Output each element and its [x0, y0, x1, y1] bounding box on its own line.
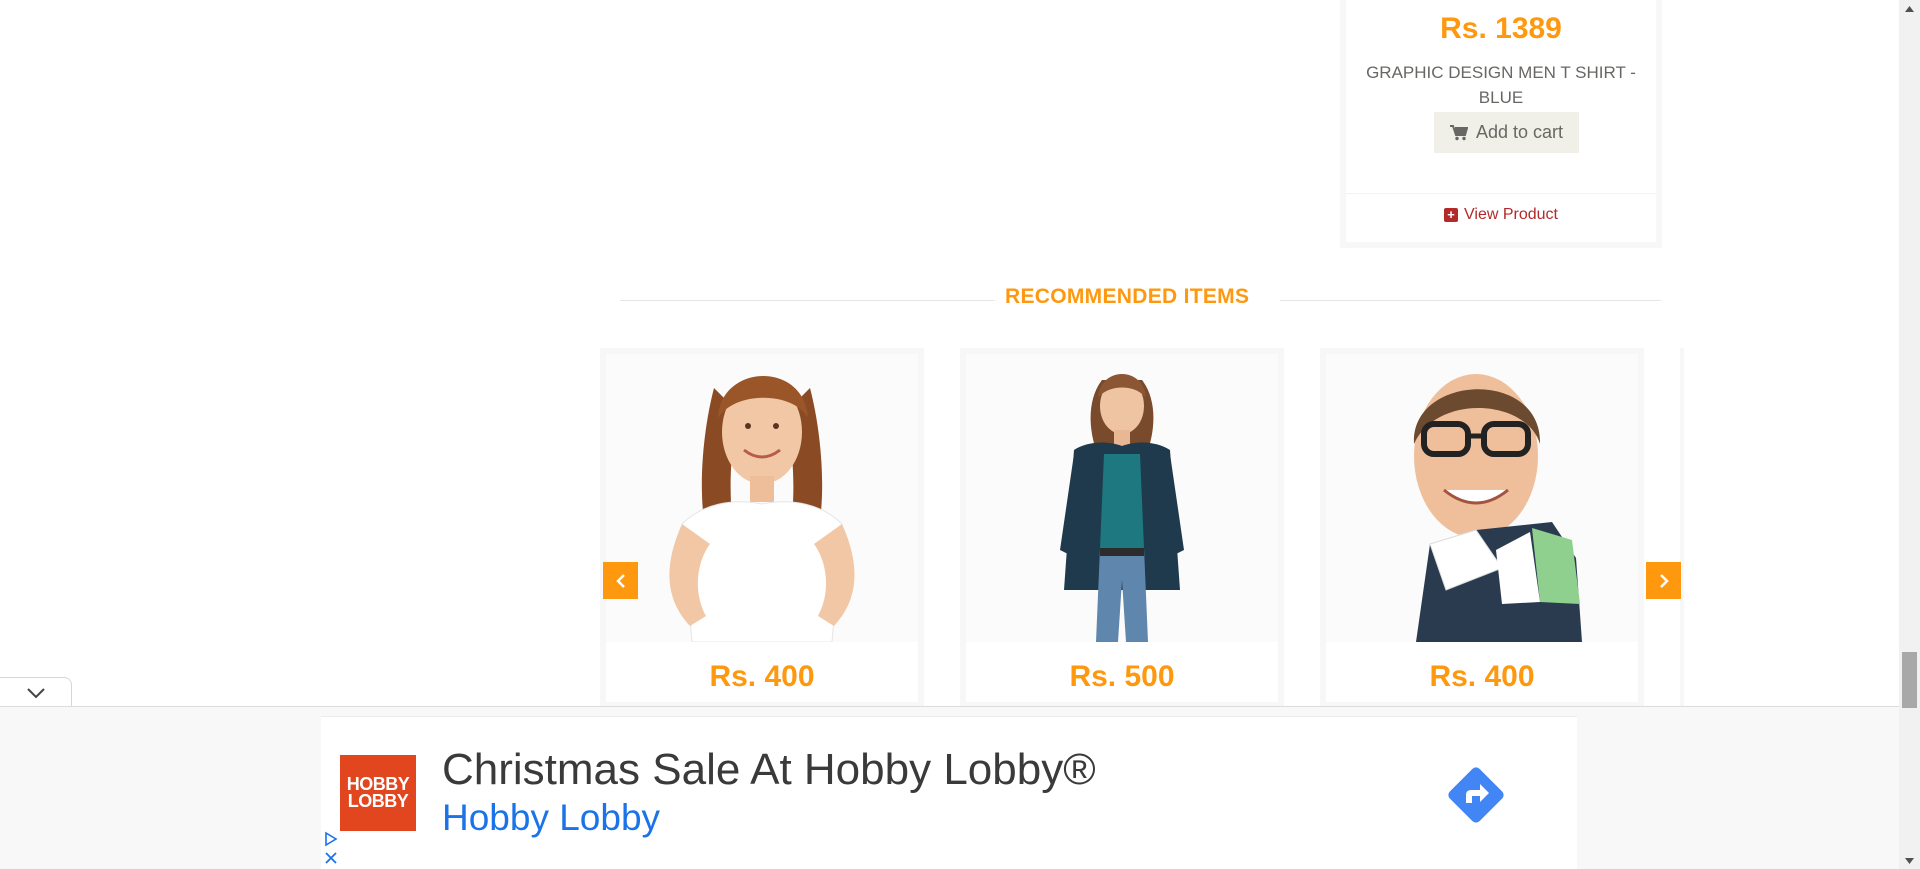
triangle-up-icon: [1905, 5, 1914, 12]
chevron-left-icon: [615, 573, 625, 588]
page: Rs. 1389 GRAPHIC DESIGN MEN T SHIRT - BL…: [0, 0, 1920, 869]
featured-product-name: GRAPHIC DESIGN MEN T SHIRT - BLUE: [1366, 63, 1636, 107]
recommended-item-card[interactable]: Rs. 500: [960, 348, 1284, 708]
featured-product-info: Rs. 1389 GRAPHIC DESIGN MEN T SHIRT - BL…: [1346, 0, 1656, 176]
page-scrollbar[interactable]: [1899, 0, 1920, 869]
product-image-woman-teal-top-jeans[interactable]: [966, 354, 1278, 642]
featured-product-card: Rs. 1389 GRAPHIC DESIGN MEN T SHIRT - BL…: [1340, 0, 1662, 248]
add-to-cart-button[interactable]: Add to cart: [1434, 112, 1579, 153]
recommended-item-price: Rs. 500: [1069, 660, 1175, 693]
recommended-item-card[interactable]: Rs. 400: [600, 348, 924, 708]
chevron-down-icon: [26, 687, 45, 698]
recommended-item-price: Rs. 400: [1429, 660, 1535, 693]
scrollbar-thumb[interactable]: [1902, 652, 1917, 708]
recommended-item-card[interactable]: Rs. 400: [1320, 348, 1644, 708]
ad-close-icon[interactable]: [323, 850, 339, 866]
add-to-cart-label: Add to cart: [1475, 122, 1564, 142]
view-product-label: View Product: [1464, 206, 1558, 223]
carousel-prev-button[interactable]: [603, 562, 638, 599]
ad-advertiser-link[interactable]: Hobby Lobby: [442, 797, 660, 839]
scroll-down-button[interactable]: [1899, 852, 1920, 869]
logo-line-2: LOBBY: [347, 791, 409, 811]
carousel-next-button[interactable]: [1646, 562, 1681, 599]
ad-collapse-button[interactable]: [0, 677, 72, 707]
featured-divider: [1346, 193, 1656, 194]
recommended-item-card-partial: [1680, 348, 1690, 708]
triangle-down-icon: [1905, 857, 1914, 864]
scroll-up-button[interactable]: [1899, 0, 1920, 17]
recommended-item-price: Rs. 400: [709, 660, 815, 693]
featured-product-price: Rs. 1389: [1440, 12, 1562, 45]
directions-arrow-icon: [1448, 767, 1504, 823]
ad-banner[interactable]: HOBBY LOBBY Christmas Sale At Hobby Lobb…: [321, 716, 1577, 869]
recommended-items-title: RECOMMENDED ITEMS: [1005, 285, 1250, 308]
section-divider-right: [1280, 300, 1661, 301]
ad-choices-icon[interactable]: [323, 831, 339, 847]
plus-square-icon: +: [1444, 208, 1458, 222]
hobby-lobby-logo: HOBBY LOBBY: [340, 755, 416, 831]
ad-headline[interactable]: Christmas Sale At Hobby Lobby®: [442, 745, 1096, 795]
section-divider-left: [620, 300, 995, 301]
chevron-right-icon: [1659, 573, 1669, 588]
ad-go-button[interactable]: [1446, 765, 1506, 825]
product-image-woman-white-tshirt[interactable]: [606, 354, 918, 642]
shopping-cart-icon: [1449, 124, 1469, 141]
product-image-man-glasses-polo[interactable]: [1326, 354, 1638, 642]
view-product-link[interactable]: + View Product: [1346, 200, 1656, 230]
